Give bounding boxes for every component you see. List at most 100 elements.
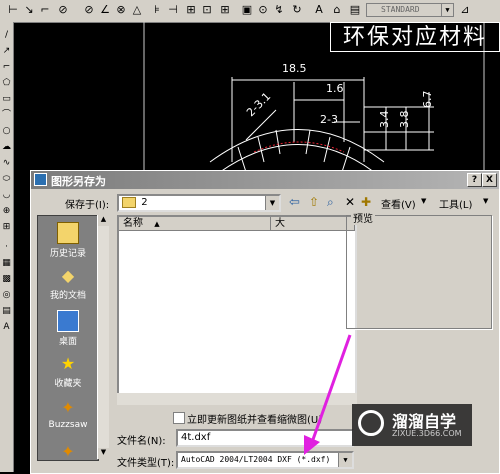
save-in-label: 保存于(I):: [65, 200, 110, 211]
search-web-icon[interactable]: ⌕: [327, 195, 334, 210]
column-name[interactable]: 名称 ▲: [119, 217, 271, 231]
place-history[interactable]: 历史记录: [38, 222, 98, 259]
up-folder-icon[interactable]: ⇧: [309, 195, 319, 209]
dim-text-edit-icon[interactable]: ⊞: [218, 3, 232, 17]
new-folder-icon[interactable]: ✚: [361, 195, 371, 209]
place-label: Buzzsaw: [48, 420, 88, 430]
spline-icon[interactable]: ∿: [1, 158, 12, 169]
dim-text: 3.4: [378, 110, 391, 129]
ellipse-arc-icon[interactable]: ◡: [1, 190, 12, 201]
place-buzzsaw[interactable]: ✦ Buzzsaw: [38, 398, 98, 430]
dim-style-icon[interactable]: A: [312, 3, 326, 17]
region-icon[interactable]: ◎: [1, 290, 12, 301]
favorites-icon: ★: [60, 354, 76, 373]
hatch-icon[interactable]: ▦: [1, 258, 12, 269]
dim-reassociate-icon[interactable]: ↻: [290, 3, 304, 17]
line-icon[interactable]: /: [1, 30, 12, 41]
chevron-down-icon: ▼: [421, 197, 427, 205]
arc-icon[interactable]: ⌒: [1, 110, 12, 121]
delete-icon[interactable]: ✕: [345, 195, 355, 209]
dim-style-apply-icon[interactable]: ⊿: [458, 3, 472, 17]
quick-dim-icon[interactable]: ⊗: [114, 3, 128, 17]
construction-line-icon[interactable]: ↗: [1, 46, 12, 57]
ordinate-dim-icon[interactable]: ⌐: [38, 3, 52, 17]
dim-text: 3.8: [398, 110, 411, 129]
insert-block-icon[interactable]: ⊕: [1, 206, 12, 217]
buzzsaw-icon: ✦: [61, 398, 75, 417]
angular-dim-icon[interactable]: ∠: [98, 3, 112, 17]
baseline-dim-icon[interactable]: △: [130, 3, 144, 17]
dim-text: 6.7: [421, 90, 434, 109]
play-logo-icon: [358, 410, 384, 436]
diameter-dim-icon[interactable]: ⊘: [82, 3, 96, 17]
radius-dim-icon[interactable]: ⊘: [56, 3, 70, 17]
places-scrollbar[interactable]: ▲ ▼: [97, 215, 109, 459]
place-desktop[interactable]: 桌面: [38, 310, 98, 347]
dialog-titlebar[interactable]: 图形另存为 ? X: [31, 171, 499, 189]
column-size[interactable]: 大: [271, 217, 355, 231]
chevron-down-icon: ▼: [265, 196, 279, 210]
ellipse-icon[interactable]: ⬭: [1, 174, 12, 185]
preview-label: 预览: [351, 210, 375, 225]
mtext-icon[interactable]: A: [1, 322, 12, 333]
sort-asc-icon: ▲: [154, 220, 160, 228]
dim-style-value: STANDARD: [381, 5, 420, 14]
aligned-dim-icon[interactable]: ↘: [22, 3, 36, 17]
center-mark-icon[interactable]: ⊞: [184, 3, 198, 17]
polygon-icon[interactable]: ⬠: [1, 78, 12, 89]
save-in-value: 2: [141, 197, 148, 208]
continue-dim-icon[interactable]: ⊧: [150, 3, 164, 17]
drawing-title: 环保对应材料: [330, 22, 500, 52]
make-block-icon[interactable]: ⊞: [1, 222, 12, 233]
tolerance-dim-icon[interactable]: ⊣: [166, 3, 180, 17]
scroll-up-icon[interactable]: ▲: [98, 215, 109, 226]
update-thumb-checkbox[interactable]: [173, 412, 185, 424]
table-icon[interactable]: ▤: [1, 306, 12, 317]
dimension-toolbar: ⊢ ↘ ⌐ ⊘ ⊘ ∠ ⊗ △ ⊧ ⊣ ⊞ ⊡ ⊞ ▣ ⊙ ↯ ↻ A ⌂ ▤ …: [0, 0, 500, 23]
my-documents-icon: ◆: [61, 266, 75, 285]
place-label: 我的文档: [49, 291, 86, 301]
help-button[interactable]: ?: [467, 173, 482, 187]
place-my-documents[interactable]: ◆ 我的文档: [38, 266, 98, 301]
dim-style-manager-icon[interactable]: ▤: [348, 3, 362, 17]
views-menu[interactable]: 查看(V): [381, 196, 416, 211]
dim-override-icon[interactable]: ⊙: [256, 3, 270, 17]
dim-oblique-icon[interactable]: ↯: [272, 3, 286, 17]
place-label: 历史记录: [49, 249, 86, 259]
dim-style-select[interactable]: STANDARD ▼: [366, 3, 454, 17]
filename-value: 4t.dxf: [181, 432, 211, 443]
save-in-select[interactable]: 2 ▼: [117, 194, 281, 212]
linear-dim-icon[interactable]: ⊢: [6, 3, 20, 17]
scroll-down-icon[interactable]: ▼: [98, 448, 109, 459]
gradient-icon[interactable]: ▩: [1, 274, 12, 285]
desktop-icon: [57, 310, 79, 332]
point-icon[interactable]: ·: [1, 242, 12, 253]
dim-text: 1.6: [326, 82, 344, 95]
dim-style-text-icon[interactable]: ⌂: [330, 3, 344, 17]
revision-cloud-icon[interactable]: ☁: [1, 142, 12, 153]
close-button[interactable]: X: [482, 173, 497, 187]
place-favorites[interactable]: ★ 收藏夹: [38, 354, 98, 389]
tools-menu[interactable]: 工具(L): [439, 196, 472, 211]
ftp-icon: ✦: [61, 442, 75, 461]
back-icon[interactable]: ⇦: [289, 195, 300, 210]
rectangle-icon[interactable]: ▭: [1, 94, 12, 105]
dim-edit-icon[interactable]: ⊡: [200, 3, 214, 17]
preview-panel: 预览: [346, 210, 492, 329]
chevron-down-icon: ▼: [483, 197, 489, 205]
app-icon: [34, 173, 47, 186]
filetype-label: 文件类型(T):: [117, 458, 175, 469]
filename-label: 文件名(N):: [117, 436, 166, 447]
folder-icon: [122, 196, 136, 208]
column-name-label: 名称: [123, 218, 143, 229]
place-more[interactable]: ✦: [38, 442, 98, 464]
places-bar: 历史记录 ◆ 我的文档 桌面 ★ 收藏夹 ✦ Buzzsaw ✦: [37, 215, 99, 461]
circle-icon[interactable]: ○: [1, 126, 12, 137]
dim-update-icon[interactable]: ▣: [240, 3, 254, 17]
polyline-icon[interactable]: ⌐: [1, 62, 12, 73]
chevron-down-icon: ▼: [441, 4, 453, 16]
dim-text: 18.5: [282, 62, 307, 75]
history-icon: [57, 222, 79, 244]
place-label: 桌面: [58, 337, 77, 347]
place-label: 收藏夹: [54, 379, 82, 389]
